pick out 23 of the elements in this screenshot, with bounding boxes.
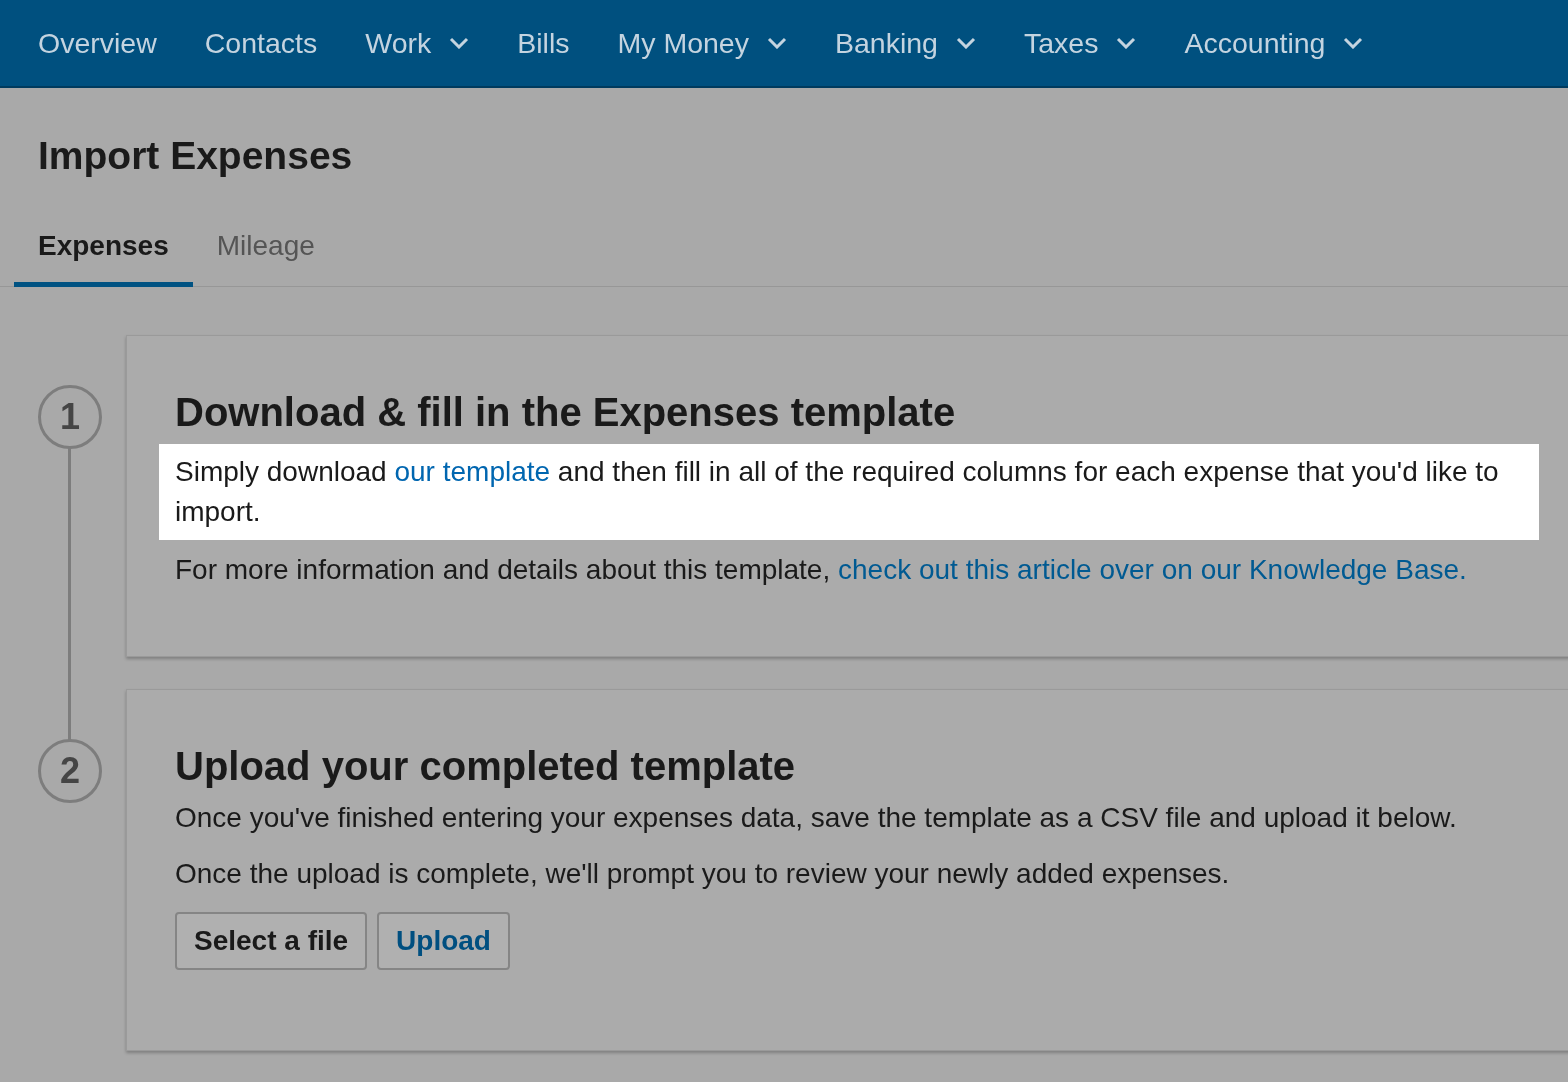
nav-menu-item[interactable]: My Money bbox=[617, 26, 787, 60]
nav-menu-item[interactable]: Work bbox=[365, 26, 470, 60]
link[interactable]: our template bbox=[394, 456, 551, 487]
step-number: 2 bbox=[38, 739, 102, 803]
paragraph: Once the upload is complete, we'll prompt you to review your newly added expenses. bbox=[175, 857, 1231, 891]
nav-menu-item[interactable]: Contacts bbox=[204, 26, 318, 60]
nav-menu-item[interactable]: Banking bbox=[834, 26, 976, 60]
select-file-button[interactable]: Select a file bbox=[175, 912, 368, 970]
page-title: Import Expenses bbox=[38, 133, 354, 179]
tab[interactable]: Expenses bbox=[14, 218, 193, 287]
nav-menu-item[interactable]: Bills bbox=[517, 26, 570, 60]
paragraph: Simply download our template and then fill in all of the required columns for each expense that you'd like to import. bbox=[159, 444, 1539, 540]
link[interactable]: check out this article over on our Knowledge Base. bbox=[838, 554, 1467, 585]
tab[interactable]: Mileage bbox=[192, 218, 339, 287]
step-number: 1 bbox=[38, 385, 102, 449]
nav-menu-item[interactable]: Overview bbox=[38, 26, 157, 60]
upload-button[interactable]: Upload bbox=[377, 912, 510, 970]
step-heading: Download & fill in the Expenses template bbox=[175, 389, 957, 436]
nav-menu-item[interactable]: Taxes bbox=[1023, 26, 1137, 60]
step-heading: Upload your completed template bbox=[175, 743, 797, 790]
paragraph: For more information and details about this template, check out this article over on our Knowledge Base. bbox=[175, 553, 1468, 587]
paragraph: Once you've finished entering your expenses data, save the template as a CSV file and upload it below. bbox=[175, 801, 1458, 835]
nav-menu-item[interactable]: Accounting bbox=[1184, 26, 1364, 60]
